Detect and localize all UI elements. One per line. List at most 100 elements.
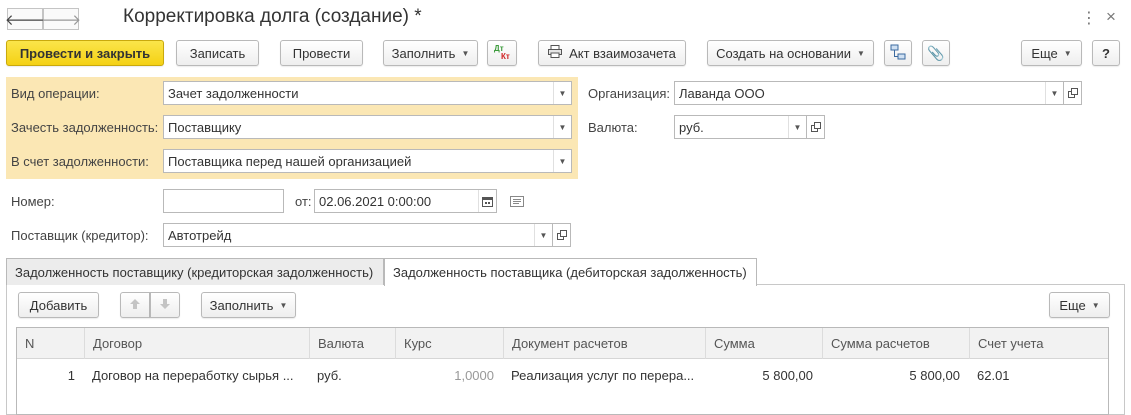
table-fill-dropdown-button[interactable]: Заполнить ▼ [201, 292, 296, 318]
back-button[interactable]: 🡐 [4, 8, 46, 30]
supplier-label: Поставщик (кредитор): [11, 228, 149, 243]
open-currency-button[interactable] [807, 115, 825, 139]
operation-type-select[interactable]: Зачет задолженности ▼ [163, 81, 572, 105]
cell-account: 62.01 [977, 367, 1010, 383]
caret-down-icon: ▼ [279, 300, 288, 310]
cell-rate: 1,0000 [454, 367, 494, 383]
date-value: 02.06.2021 0:00:00 [319, 193, 432, 209]
add-label: Добавить [29, 297, 88, 313]
arrow-right-icon: 🡒 [40, 11, 82, 29]
tab-receivable[interactable]: Задолженность поставщика (дебиторская за… [384, 258, 757, 286]
column-header-currency[interactable]: Валюта [309, 328, 395, 359]
against-debt-select[interactable]: Поставщика перед нашей организацией ▼ [163, 149, 572, 173]
cell-settlement-amount: 5 800,00 [909, 367, 960, 383]
arrow-left-icon: 🡐 [4, 11, 46, 29]
dt-kt-button[interactable]: Дт Кт [487, 40, 517, 66]
organization-value: Лаванда ООО [679, 85, 765, 101]
print-offset-act-button[interactable]: Акт взаимозачета [538, 40, 686, 66]
help-label: ? [1102, 45, 1110, 61]
caret-down-icon: ▼ [1091, 300, 1100, 310]
offset-debt-label: Зачесть задолженность: [11, 120, 159, 135]
kt-label: Кт [501, 52, 510, 61]
offset-debt-value: Поставщику [168, 119, 242, 135]
post-and-close-button[interactable]: Провести и закрыть [6, 40, 164, 66]
arrow-up-icon [129, 298, 141, 313]
table-more-button[interactable]: Еще ▼ [1049, 292, 1110, 318]
tab-payable-label: Задолженность поставщику (кредиторская з… [15, 264, 374, 280]
open-organization-button[interactable] [1064, 81, 1082, 105]
post-and-close-label: Провести и закрыть [19, 45, 151, 61]
caret-down-icon[interactable]: ▼ [1045, 82, 1063, 104]
date-label: от: [295, 194, 312, 209]
arrow-down-icon [159, 298, 171, 313]
column-header-settlement-amount[interactable]: Сумма расчетов [822, 328, 969, 359]
more-options-icon[interactable]: ⋮ [1081, 8, 1097, 28]
attachments-button[interactable]: 📎 [922, 40, 950, 66]
table-more-label: Еще [1059, 297, 1086, 313]
date-input[interactable]: 02.06.2021 0:00:00 [314, 189, 497, 213]
debts-table: N Договор Валюта Курс Документ расчетов … [16, 327, 1109, 415]
create-based-label: Создать на основании [716, 45, 851, 61]
caret-down-icon[interactable]: ▼ [553, 150, 571, 172]
create-based-on-button[interactable]: Создать на основании ▼ [707, 40, 874, 66]
currency-label: Валюта: [588, 120, 638, 135]
open-link-icon [1067, 86, 1078, 101]
column-header-contract[interactable]: Договор [84, 328, 309, 359]
cell-currency: руб. [317, 367, 342, 383]
cell-contract: Договор на переработку сырья ... [92, 367, 294, 383]
open-supplier-button[interactable] [553, 223, 571, 247]
caret-down-icon: ▼ [856, 48, 865, 58]
help-button[interactable]: ? [1092, 40, 1120, 66]
number-input[interactable] [163, 189, 284, 213]
number-label: Номер: [11, 194, 55, 209]
caret-down-icon[interactable]: ▼ [553, 82, 571, 104]
structure-button[interactable] [884, 40, 912, 66]
caret-down-icon: ▼ [1063, 48, 1072, 58]
tab-payable[interactable]: Задолженность поставщику (кредиторская з… [6, 258, 384, 285]
more-button[interactable]: Еще ▼ [1021, 40, 1082, 66]
tab-receivable-label: Задолженность поставщика (дебиторская за… [393, 265, 747, 280]
offset-debt-select[interactable]: Поставщику ▼ [163, 115, 572, 139]
fill-label: Заполнить [391, 45, 456, 61]
caret-down-icon[interactable]: ▼ [534, 224, 552, 246]
page-title: Корректировка долга (создание) * [123, 6, 422, 27]
column-header-document[interactable]: Документ расчетов [503, 328, 705, 359]
move-down-button[interactable] [150, 292, 180, 318]
column-header-amount[interactable]: Сумма [705, 328, 822, 359]
column-header-rate[interactable]: Курс [395, 328, 503, 359]
forward-button[interactable]: 🡒 [40, 8, 82, 30]
printer-icon [548, 45, 563, 61]
supplier-value: Автотрейд [168, 227, 232, 243]
add-row-button[interactable]: Добавить [18, 292, 99, 318]
currency-select[interactable]: руб. ▼ [674, 115, 807, 139]
column-header-n[interactable]: N [17, 328, 84, 359]
table-header: N Договор Валюта Курс Документ расчетов … [17, 328, 1108, 359]
close-icon[interactable]: × [1106, 7, 1116, 27]
fill-dropdown-button[interactable]: Заполнить ▼ [383, 40, 478, 66]
caret-down-icon[interactable]: ▼ [788, 116, 806, 138]
operation-type-label: Вид операции: [11, 86, 100, 101]
save-label: Записать [189, 45, 246, 61]
against-debt-label: В счет задолженности: [11, 154, 149, 169]
currency-value: руб. [679, 119, 704, 135]
cell-amount: 5 800,00 [762, 367, 813, 383]
open-link-icon [810, 120, 821, 135]
caret-down-icon[interactable]: ▼ [553, 116, 571, 138]
supplier-select[interactable]: Автотрейд ▼ [163, 223, 553, 247]
move-up-button[interactable] [120, 292, 150, 318]
post-label: Провести [292, 45, 351, 61]
organization-select[interactable]: Лаванда ООО ▼ [674, 81, 1064, 105]
paperclip-icon: 📎 [927, 44, 945, 61]
more-label: Еще [1031, 45, 1058, 61]
print-act-label: Акт взаимозачета [569, 45, 676, 61]
organization-label: Организация: [588, 86, 671, 101]
column-header-account[interactable]: Счет учета [969, 328, 1109, 359]
save-button[interactable]: Записать [176, 40, 259, 66]
dt-kt-icon: Дт Кт [492, 44, 512, 62]
against-debt-value: Поставщика перед нашей организацией [168, 153, 412, 169]
caret-down-icon: ▼ [461, 48, 470, 58]
structure-icon [890, 44, 906, 63]
comment-icon[interactable] [510, 195, 524, 210]
post-button[interactable]: Провести [280, 40, 363, 66]
calendar-icon[interactable] [478, 190, 496, 212]
